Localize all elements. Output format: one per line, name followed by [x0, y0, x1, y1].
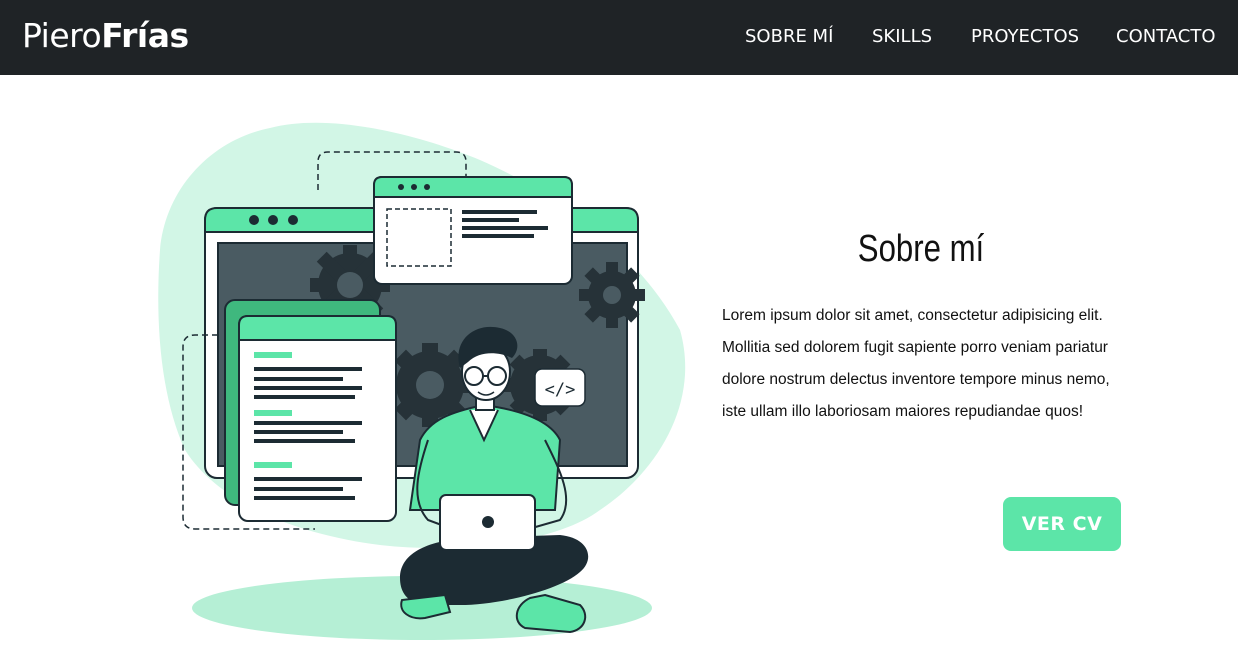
- nav-link-contacto[interactable]: CONTACTO: [1116, 23, 1216, 51]
- about-title: Sobre mí: [857, 228, 985, 270]
- browser-window-small: [373, 176, 573, 285]
- nav-link-sobre-mi[interactable]: SOBRE MÍ: [745, 23, 833, 51]
- about-description: Lorem ipsum dolor sit amet, consectetur …: [722, 307, 1110, 420]
- nav-link-proyectos[interactable]: PROYECTOS: [971, 23, 1079, 51]
- navbar: PieroFrías SOBRE MÍ SKILLS PROYECTOS CON…: [0, 0, 1238, 75]
- code-tag-icon: </>: [534, 368, 586, 407]
- nav-menu: SOBRE MÍ SKILLS PROYECTOS CONTACTO: [0, 23, 1238, 51]
- document-front: [238, 315, 397, 522]
- developer-illustration: </>: [150, 115, 700, 645]
- view-cv-button[interactable]: VER CV: [1003, 497, 1121, 551]
- nav-link-skills[interactable]: SKILLS: [872, 23, 932, 51]
- svg-text:</>: </>: [545, 380, 576, 400]
